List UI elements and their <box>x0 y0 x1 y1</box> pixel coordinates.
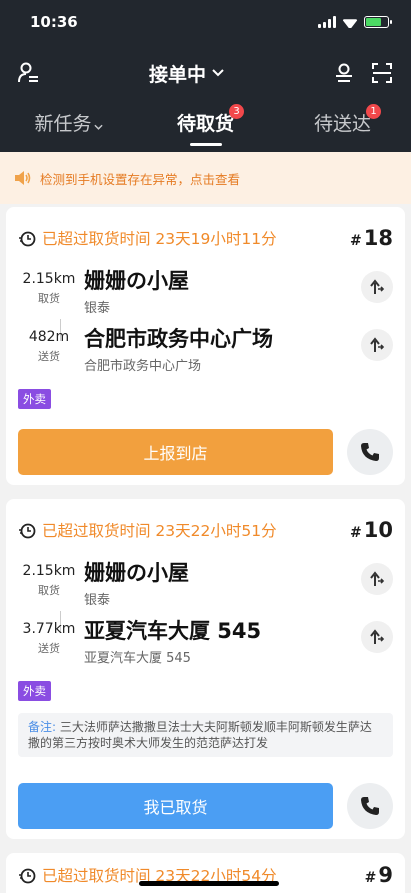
navigate-arrow-icon <box>370 629 385 644</box>
delivery-sub: 亚夏汽车大厦 545 <box>84 651 191 666</box>
order-actions: 我已取货 <box>18 783 393 829</box>
order-number: #10 <box>350 518 393 542</box>
pickup-label: 取货 <box>38 584 60 597</box>
order-card[interactable]: 已超过取货时间 23天19小时11分 #18 2.15km 取货 姗姗の小屋 银… <box>6 207 405 485</box>
order-actions: 上报到店 <box>18 429 393 475</box>
navigate-button[interactable] <box>361 563 393 595</box>
delivery-distance: 482m <box>28 329 70 345</box>
report-arrival-button[interactable]: 上报到店 <box>18 429 333 475</box>
tab-badge: 1 <box>366 104 381 119</box>
location-person-icon[interactable] <box>333 62 355 84</box>
order-card[interactable]: 已超过取货时间 23天22小时54分 #9 <box>6 853 405 893</box>
wifi-icon <box>342 16 358 28</box>
settings-warning-banner[interactable]: 检测到手机设置存在异常，点击查看 <box>0 152 411 204</box>
timer-icon <box>19 231 36 247</box>
navigate-button[interactable] <box>361 271 393 303</box>
pickup-name: 姗姗の小屋 <box>84 561 189 585</box>
note-text: 三大法师萨达撒撒旦法士大夫阿斯顿发顺丰阿斯顿发生萨达撒的第三方按时奥术大师发生的… <box>28 720 372 750</box>
tab-bar: 新任务 待取货 3 待送达 1 <box>0 102 411 152</box>
pickup-stop: 2.15km 取货 姗姗の小屋 银泰 <box>18 561 393 633</box>
order-number: #9 <box>364 863 393 887</box>
delivery-stop: 3.77km 送货 亚夏汽车大厦 545 亚夏汽车大厦 545 <box>18 619 393 677</box>
chevron-down-icon <box>212 69 224 77</box>
notice-text: 检测到手机设置存在异常，点击查看 <box>40 171 241 187</box>
tab-badge: 3 <box>229 104 244 119</box>
pickup-label: 取货 <box>38 292 60 305</box>
tab-to-pickup[interactable]: 待取货 3 <box>137 102 274 152</box>
pickup-stop: 2.15km 取货 姗姗の小屋 银泰 <box>18 269 393 341</box>
order-header: 已超过取货时间 23天19小时11分 #18 <box>18 207 393 269</box>
order-header: 已超过取货时间 23天22小时51分 #10 <box>18 499 393 561</box>
delivery-label: 送货 <box>38 642 60 655</box>
work-status-dropdown[interactable]: 接单中 <box>149 60 224 87</box>
timer-icon <box>19 868 36 884</box>
home-indicator[interactable] <box>139 881 279 886</box>
speaker-icon <box>15 171 31 185</box>
order-number-value: 9 <box>378 863 393 887</box>
call-button[interactable] <box>347 783 393 829</box>
navigate-arrow-icon <box>370 279 385 294</box>
pickup-sub: 银泰 <box>84 593 111 608</box>
phone-icon <box>361 797 379 815</box>
order-header: 已超过取货时间 23天22小时54分 #9 <box>18 853 393 893</box>
order-type-tag: 外卖 <box>18 389 51 409</box>
pickup-sub: 银泰 <box>84 301 111 316</box>
delivery-name: 亚夏汽车大厦 545 <box>84 619 262 643</box>
order-number: #18 <box>350 226 393 250</box>
tab-label: 新任务 <box>34 113 92 135</box>
tab-label: 待送达 <box>313 113 371 135</box>
overdue-text: 已超过取货时间 23天19小时11分 <box>42 230 277 248</box>
note-label: 备注: <box>28 720 57 734</box>
order-card[interactable]: 已超过取货时间 23天22小时51分 #10 2.15km 取货 姗姗の小屋 银… <box>6 499 405 839</box>
order-note: 备注: 三大法师萨达撒撒旦法士大夫阿斯顿发顺丰阿斯顿发生萨达撒的第三方按时奥术大… <box>18 713 393 757</box>
delivery-label: 送货 <box>38 350 60 363</box>
scan-icon[interactable] <box>371 62 393 84</box>
call-button[interactable] <box>347 429 393 475</box>
delivery-distance: 3.77km <box>22 621 76 637</box>
tab-label: 待取货 <box>176 113 234 135</box>
pickup-name: 姗姗の小屋 <box>84 269 189 293</box>
pickup-distance: 2.15km <box>22 271 76 287</box>
pickup-distance: 2.15km <box>22 563 76 579</box>
order-number-value: 18 <box>363 226 393 250</box>
phone-icon <box>361 443 379 461</box>
tab-to-deliver[interactable]: 待送达 1 <box>274 102 411 152</box>
signal-icon <box>318 16 336 28</box>
chevron-down-icon <box>93 124 103 130</box>
status-icons <box>318 16 392 28</box>
top-header: 10:36 接单中 新任务 待取货 3 待送达 1 <box>0 0 411 152</box>
app-header: 接单中 <box>0 44 411 102</box>
status-bar: 10:36 <box>0 0 411 44</box>
tab-new-tasks[interactable]: 新任务 <box>0 102 137 152</box>
status-time: 10:36 <box>30 13 78 31</box>
order-type-tag: 外卖 <box>18 681 51 701</box>
navigate-button[interactable] <box>361 329 393 361</box>
battery-icon <box>364 16 392 28</box>
overdue-text: 已超过取货时间 23天22小时51分 <box>42 522 277 540</box>
order-number-value: 10 <box>363 518 393 542</box>
delivery-sub: 合肥市政务中心广场 <box>84 359 202 374</box>
navigate-button[interactable] <box>361 621 393 653</box>
delivery-stop: 482m 送货 合肥市政务中心广场 合肥市政务中心广场 <box>18 327 393 385</box>
timer-icon <box>19 523 36 539</box>
delivery-name: 合肥市政务中心广场 <box>84 327 273 351</box>
work-status-label: 接单中 <box>148 63 206 86</box>
navigate-arrow-icon <box>370 337 385 352</box>
picked-up-button[interactable]: 我已取货 <box>18 783 333 829</box>
navigate-arrow-icon <box>370 571 385 586</box>
profile-icon[interactable] <box>18 62 40 84</box>
